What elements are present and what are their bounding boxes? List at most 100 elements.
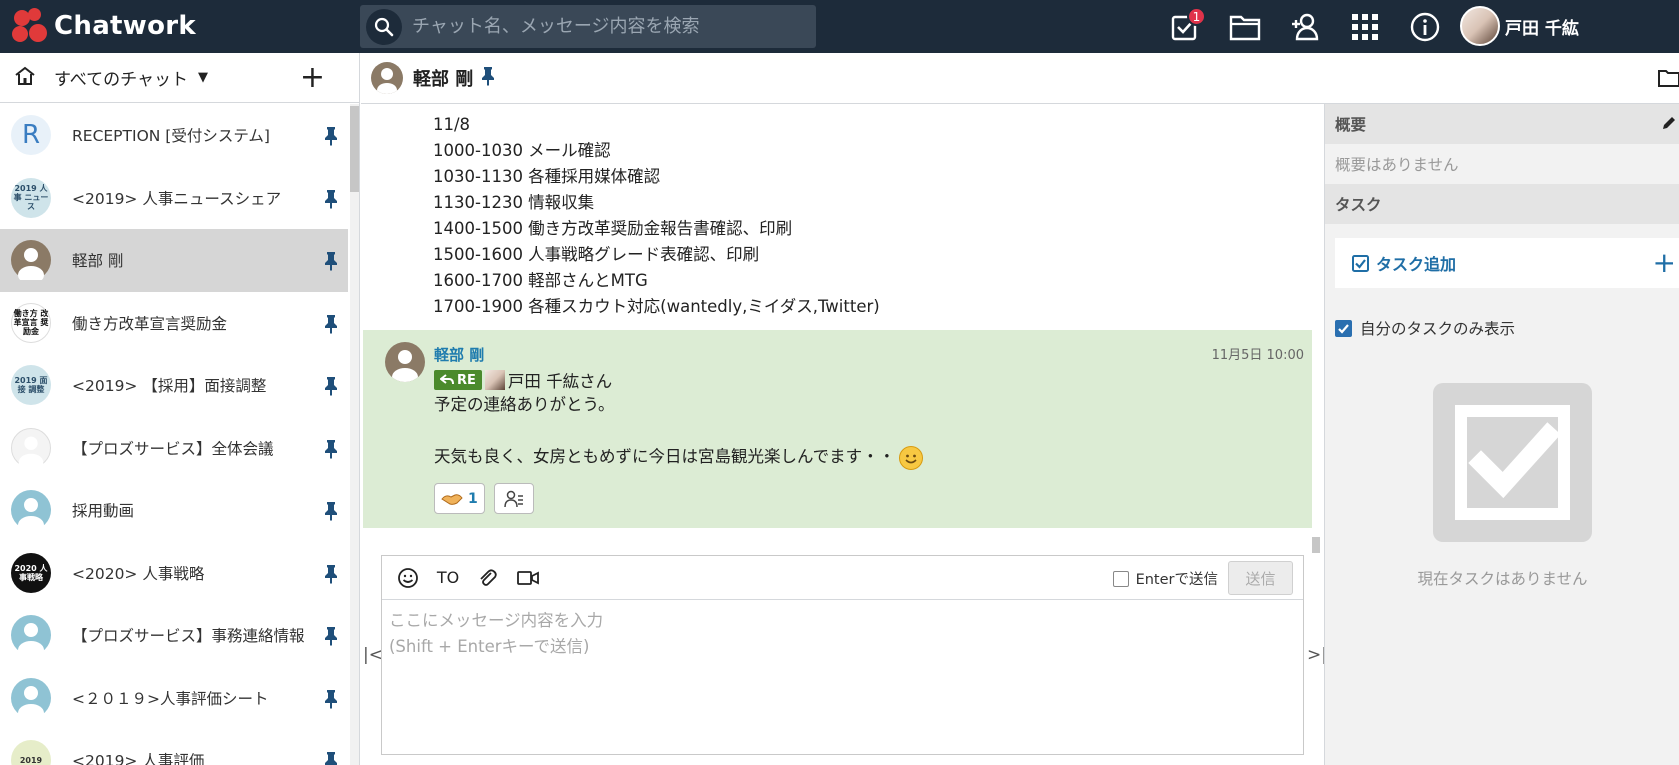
info-icon[interactable] [1395,0,1455,53]
pin-icon[interactable] [324,689,338,713]
pin-icon[interactable] [324,376,338,400]
reply-reference[interactable]: RE 戸田 千紘さん [434,368,612,392]
room-avatar [11,677,51,718]
room-avatar: 2019 [11,740,51,765]
room-avatar [11,240,51,281]
person-icon [18,498,44,531]
apps-grid-icon[interactable] [1335,0,1395,53]
room-item[interactable]: 働き方 改革宣言 奨励金 働き方改革宣言奨励金 [0,292,348,355]
room-avatar: R [11,115,51,156]
room-item[interactable]: 2019 <2019> 人事評価 [0,729,348,765]
pin-icon[interactable] [324,314,338,338]
only-my-tasks-checkbox[interactable] [1335,319,1352,337]
summary-section-title: 概要 [1325,104,1679,144]
only-my-tasks-toggle[interactable]: 自分のタスクのみ表示 [1335,317,1515,339]
room-name: <2019> 人事ニュースシェア [72,189,282,208]
scrollbar-thumb[interactable] [350,106,359,192]
add-chat-button[interactable]: + [300,63,325,93]
user-menu[interactable]: 戸田 千紘 [1460,6,1579,46]
room-item[interactable]: 軽部 剛 [0,229,348,292]
smile-emoji-icon [899,445,924,470]
room-item[interactable]: R RECEPTION [受付システム] [0,104,348,167]
room-avatar: 働き方 改革宣言 奨励金 [11,302,51,343]
message-body: 予定の連絡ありがとう。 天気も良く、女房ともめずに今日は宮島観光楽しんでます・・ [434,392,924,470]
message-line: 1130-1230 情報収集 [433,193,595,212]
pin-icon[interactable] [481,66,495,90]
message-line: 1400-1500 働き方改革奨励金報告書確認、印刷 [433,219,793,238]
pin-icon[interactable] [324,626,338,650]
room-avatar [11,615,51,656]
files-icon[interactable] [1215,0,1275,53]
add-contact-icon[interactable] [1275,0,1335,53]
to-button[interactable]: TO [428,558,468,598]
top-header: Chatwork 1 戸田 千紘 [0,0,1679,53]
room-item[interactable]: 2019 人事 ニュース <2019> 人事ニュースシェア [0,167,348,230]
search-box[interactable] [360,5,816,48]
room-name: 採用動画 [72,502,135,521]
task-badge: 1 [1187,7,1206,26]
folder-icon[interactable] [1657,68,1679,92]
search-input[interactable] [402,16,816,37]
handshake-reaction[interactable]: 1 [434,483,485,514]
message-line: 予定の連絡ありがとう。 [434,395,615,414]
room-item[interactable]: 採用動画 [0,479,348,542]
summary-empty-text: 概要はありません [1325,144,1679,184]
chat-filter-label[interactable]: すべてのチャット [54,65,188,90]
chat-header: 軽部 剛 [361,53,1679,104]
message-input[interactable]: ここにメッセージ内容を入力 (Shift + Enterキーで送信) [382,600,1303,668]
enter-to-send-checkbox[interactable] [1112,570,1129,587]
pin-icon[interactable] [324,501,338,525]
person-icon [18,436,44,468]
message-item: 軽部 剛 11月5日 10:00 RE 戸田 千紘さん 予定の連絡ありがとう。 … [363,330,1312,528]
emoji-icon[interactable] [388,558,428,598]
message-avatar[interactable] [385,342,425,382]
task-icon[interactable]: 1 [1155,0,1215,53]
input-placeholder-line: (Shift + Enterキーで送信) [389,637,590,656]
room-item[interactable]: 【プロズサービス】全体会議 [0,417,348,480]
timeline-scrollbar[interactable] [1312,537,1320,553]
caret-down-icon[interactable]: ▼ [198,70,208,85]
attach-icon[interactable] [468,558,508,598]
room-avatar [11,427,51,468]
task-check-icon [1352,254,1369,272]
chat-list-header: すべてのチャット ▼ + [0,53,359,103]
room-avatar: 2020 人事戦略 [11,552,51,593]
add-reaction-button[interactable] [493,483,534,514]
right-panel: 概要 概要はありません タスク タスク追加 + 自分のタスクのみ表示 現在タスク… [1324,104,1679,765]
composer-toolbar: TO Enterで送信 送信 [382,556,1303,600]
chatwork-logo-icon [12,8,48,44]
home-icon[interactable] [14,66,36,90]
room-item[interactable]: 2019 面接 調整 <2019> 【採用】面接調整 [0,354,348,417]
room-item[interactable]: 2020 人事戦略 <2020> 人事戦略 [0,542,348,605]
room-name: <２０１９>人事評価シート [72,689,269,708]
chat-list-scrollbar[interactable] [350,104,359,765]
room-item[interactable]: 【プロズサービス】事務連絡情報 [0,604,348,667]
send-button[interactable]: 送信 [1228,561,1293,595]
pin-icon[interactable] [324,564,338,588]
plus-icon[interactable]: + [1653,246,1676,279]
room-avatar [11,490,51,531]
enter-to-send-toggle[interactable]: Enterで送信 [1112,568,1218,589]
video-call-icon[interactable] [508,558,548,598]
add-reaction-icon [504,490,523,507]
room-item[interactable]: <２０１９>人事評価シート [0,667,348,730]
person-icon [18,248,44,281]
no-task-text: 現在タスクはありません [1417,570,1588,588]
message-composer: TO Enterで送信 送信 ここにメッセージ内容を入力 (Shift + En… [381,555,1304,755]
only-my-tasks-label: 自分のタスクのみ表示 [1360,320,1516,338]
add-task-button[interactable]: タスク追加 + [1335,238,1679,288]
pin-icon[interactable] [324,189,338,213]
collapse-left-icon[interactable]: |< [363,645,383,665]
pin-icon[interactable] [324,751,338,765]
message-sender[interactable]: 軽部 剛 [434,344,484,365]
pin-icon[interactable] [324,126,338,150]
room-name: 働き方改革宣言奨励金 [72,314,228,333]
user-name: 戸田 千紘 [1505,18,1579,39]
search-icon[interactable] [366,8,402,45]
message-line: 1000-1030 メール確認 [433,141,611,160]
reply-badge[interactable]: RE [434,370,482,390]
pin-icon[interactable] [324,439,338,463]
edit-pencil-icon[interactable] [1661,115,1677,135]
pin-icon[interactable] [324,251,338,275]
chatwork-logo[interactable]: Chatwork [12,8,196,44]
